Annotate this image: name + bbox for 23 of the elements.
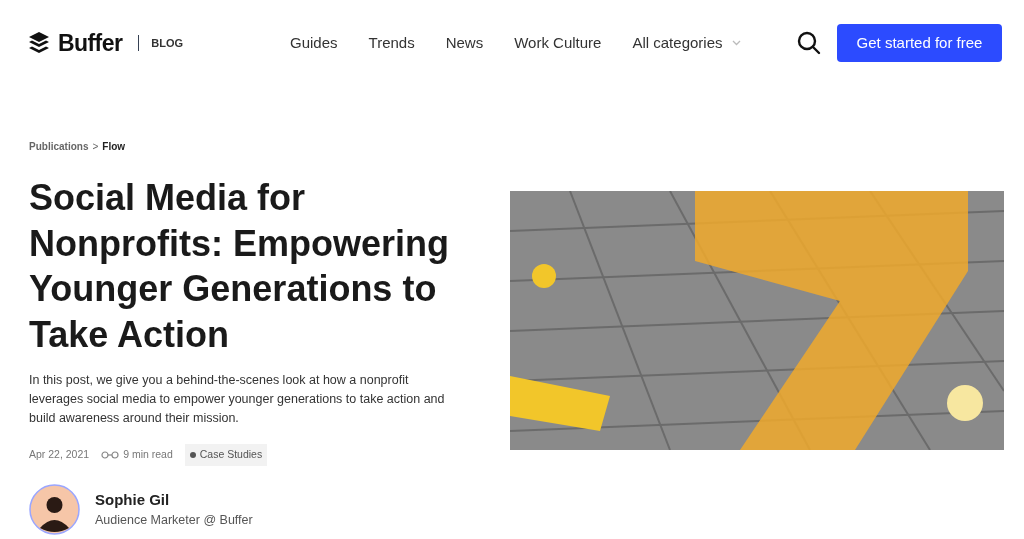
breadcrumb-link[interactable]: Flow (102, 139, 126, 154)
chevron-down-icon (732, 40, 742, 46)
article-title: Social Media for Nonprofits: Empowering Younger Generations to Take Action (29, 176, 450, 357)
read-time: 9 min read (123, 447, 173, 462)
breadcrumb-link[interactable]: Publications (29, 139, 89, 154)
glasses-icon (101, 450, 120, 459)
avatar-silhouette (29, 483, 80, 535)
get-started-button[interactable]: Get started for free (837, 24, 1002, 62)
categories-dropdown[interactable]: All categories (632, 31, 742, 55)
nav-link[interactable]: Trends (368, 31, 415, 55)
section-label: BLOG (151, 35, 184, 51)
logo-icon (28, 31, 50, 55)
publish-date: Apr 22, 2021 (29, 447, 90, 462)
article-summary: In this post, we give you a behind-the-scenes look at how a nonprofit leverages social media to empower younger generations to take action and build awareness around their mission. (29, 372, 446, 427)
nav-link[interactable]: Guides (290, 31, 338, 55)
logo-text[interactable]: Buffer (58, 25, 123, 61)
search-icon[interactable] (797, 31, 821, 55)
author-name[interactable]: Sophie Gil (95, 488, 253, 512)
author-role: Audience Marketer @ Buffer (95, 512, 253, 530)
nav-link[interactable]: News (445, 31, 484, 55)
nav-link[interactable]: Work Culture (514, 31, 602, 55)
category-tag[interactable]: Case Studies (184, 444, 268, 466)
breadcrumb-separator: > (92, 140, 99, 154)
